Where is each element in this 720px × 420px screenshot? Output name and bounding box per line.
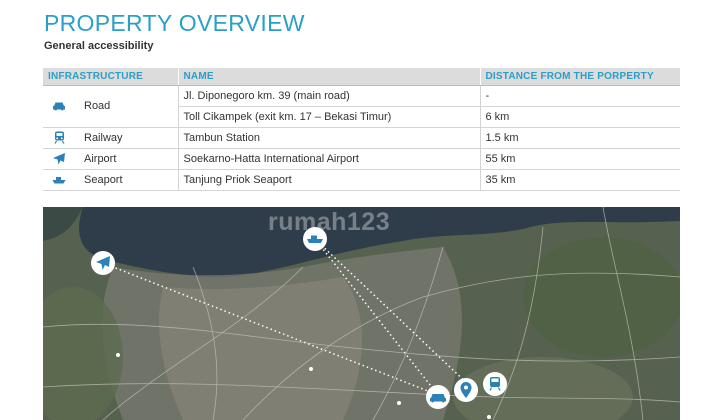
infra-road: Road [43, 85, 179, 128]
infra-label: Seaport [84, 173, 123, 186]
page-title: PROPERTY OVERVIEW [44, 10, 305, 36]
accessibility-table: INFRASTRUCTURE NAME DISTANCE FROM THE PO… [43, 68, 680, 191]
distance-cell: - [480, 85, 680, 107]
infra-seaport: Seaport [43, 169, 179, 191]
header-infrastructure: INFRASTRUCTURE [43, 68, 179, 86]
name-cell: Tambun Station [178, 127, 481, 149]
header-distance: DISTANCE FROM THE PORPERTY [480, 68, 680, 86]
train-icon [48, 131, 70, 144]
car-marker[interactable] [426, 385, 450, 409]
distance-cell: 1.5 km [480, 127, 680, 149]
header-name: NAME [178, 68, 481, 86]
location-pin-marker[interactable] [454, 378, 478, 402]
name-cell: Toll Cikampek (exit km. 17 – Bekasi Timu… [178, 106, 481, 128]
name-cell: Jl. Diponegoro km. 39 (main road) [178, 85, 481, 107]
watermark: rumah123 [268, 208, 391, 236]
infra-airport: Airport [43, 148, 179, 170]
table-header-row: INFRASTRUCTURE NAME DISTANCE FROM THE PO… [43, 68, 680, 86]
distance-cell: 35 km [480, 169, 680, 191]
table-row: Road Jl. Diponegoro km. 39 (main road) - [43, 85, 680, 128]
name-cell: Tanjung Priok Seaport [178, 169, 481, 191]
ship-icon [48, 176, 70, 184]
table-row: Railway Tambun Station 1.5 km [43, 127, 680, 149]
name-cell: Soekarno-Hatta International Airport [178, 148, 481, 170]
infra-label: Railway [84, 131, 123, 144]
map-canvas [43, 207, 680, 420]
airplane-icon [48, 152, 70, 166]
page-subtitle: General accessibility [44, 40, 154, 52]
infra-railway: Railway [43, 127, 179, 149]
distance-cell: 6 km [480, 106, 680, 128]
distance-cell: 55 km [480, 148, 680, 170]
train-marker[interactable] [483, 372, 507, 396]
infra-label: Airport [84, 152, 117, 165]
airplane-marker[interactable] [91, 251, 115, 275]
satellite-map [43, 207, 680, 420]
car-icon [48, 101, 70, 111]
table-row: Airport Soekarno-Hatta International Air… [43, 148, 680, 170]
table-row: Seaport Tanjung Priok Seaport 35 km [43, 169, 680, 191]
infra-label: Road [84, 100, 111, 112]
